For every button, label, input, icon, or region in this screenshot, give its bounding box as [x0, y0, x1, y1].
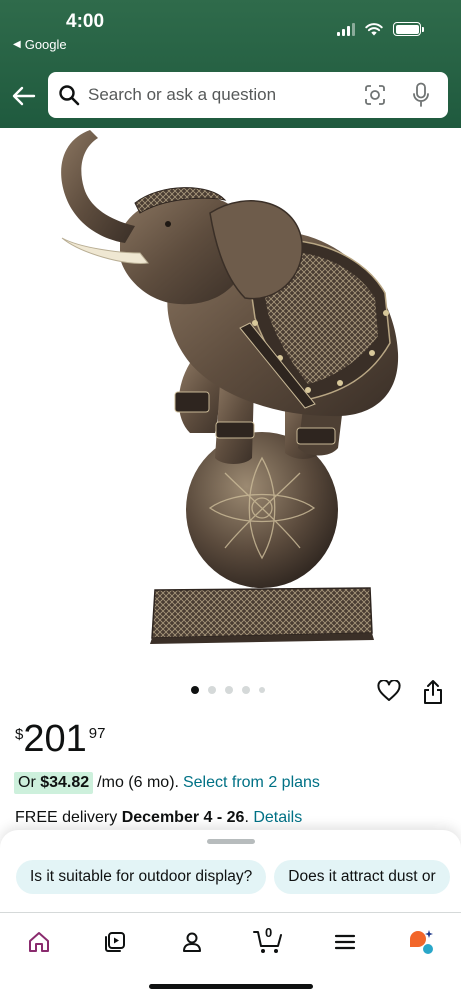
- nav-video[interactable]: [100, 927, 130, 957]
- search-input[interactable]: [88, 85, 348, 105]
- product-price: $ 201 97: [15, 720, 105, 758]
- heart-icon[interactable]: [377, 680, 401, 702]
- installment-term: /mo (6 mo).: [97, 774, 179, 791]
- installment-prefix: Or: [18, 774, 36, 791]
- microphone-icon[interactable]: [412, 82, 430, 108]
- nav-rufus[interactable]: [406, 927, 436, 957]
- product-page: 4:00 ◀ Google Search or ask a question $…: [0, 0, 461, 1000]
- suggestion-chip[interactable]: Does it attract dust or: [274, 860, 450, 894]
- search-icon: [59, 85, 80, 106]
- price-currency: $: [15, 726, 24, 743]
- rufus-icon: [410, 930, 433, 954]
- search-bar[interactable]: [48, 72, 448, 118]
- delivery-details-link[interactable]: Details: [253, 809, 302, 826]
- suggestion-chip[interactable]: Is it suitable for outdoor display?: [16, 860, 267, 894]
- app-header: 4:00 ◀ Google: [0, 0, 461, 128]
- cart-count: 0: [265, 925, 273, 940]
- nav-account[interactable]: [177, 927, 207, 957]
- price-fraction: 97: [88, 725, 106, 742]
- camera-lens-icon[interactable]: [364, 84, 386, 106]
- delivery-prefix: FREE delivery: [15, 809, 118, 826]
- back-to-app-link[interactable]: ◀ Google: [13, 37, 67, 52]
- carousel-dot[interactable]: [225, 686, 233, 694]
- signal-icon: [337, 22, 355, 36]
- wifi-icon: [365, 23, 383, 36]
- carousel-dot[interactable]: [242, 686, 250, 694]
- installment-offer: Or $34.82 /mo (6 mo). Select from 2 plan…: [14, 772, 320, 794]
- back-triangle-icon: ◀: [13, 39, 21, 50]
- share-icon[interactable]: [422, 679, 444, 705]
- account-icon: [183, 932, 201, 952]
- select-plans-link[interactable]: Select from 2 plans: [183, 774, 320, 792]
- status-icons: [337, 22, 424, 36]
- carousel-dot-active[interactable]: [191, 686, 199, 694]
- back-app-label: Google: [24, 37, 67, 52]
- nav-menu[interactable]: [330, 927, 360, 957]
- carousel-dot[interactable]: [259, 687, 265, 693]
- image-carousel-dots[interactable]: [191, 686, 265, 694]
- home-indicator: [149, 984, 313, 989]
- battery-icon: [393, 22, 424, 36]
- product-image[interactable]: [40, 128, 420, 668]
- sheet-drag-handle[interactable]: [207, 839, 255, 844]
- delivery-info: FREE delivery December 4 - 26. Details: [15, 809, 303, 826]
- video-icon: [105, 932, 125, 952]
- installment-highlight: Or $34.82: [14, 772, 94, 794]
- delivery-dates: December 4 - 26: [121, 809, 245, 826]
- carousel-dot[interactable]: [208, 686, 216, 694]
- home-icon: [29, 932, 49, 952]
- installment-amount: $34.82: [40, 774, 90, 791]
- price-whole: 201: [23, 718, 87, 760]
- suggestions-sheet: Is it suitable for outdoor display? Does…: [0, 830, 461, 914]
- suggestion-chips: Is it suitable for outdoor display? Does…: [16, 860, 450, 894]
- back-arrow-icon[interactable]: [11, 84, 37, 108]
- menu-icon: [334, 934, 356, 950]
- nav-cart[interactable]: 0: [253, 925, 283, 957]
- nav-home[interactable]: [24, 927, 54, 957]
- status-time: 4:00: [66, 11, 105, 32]
